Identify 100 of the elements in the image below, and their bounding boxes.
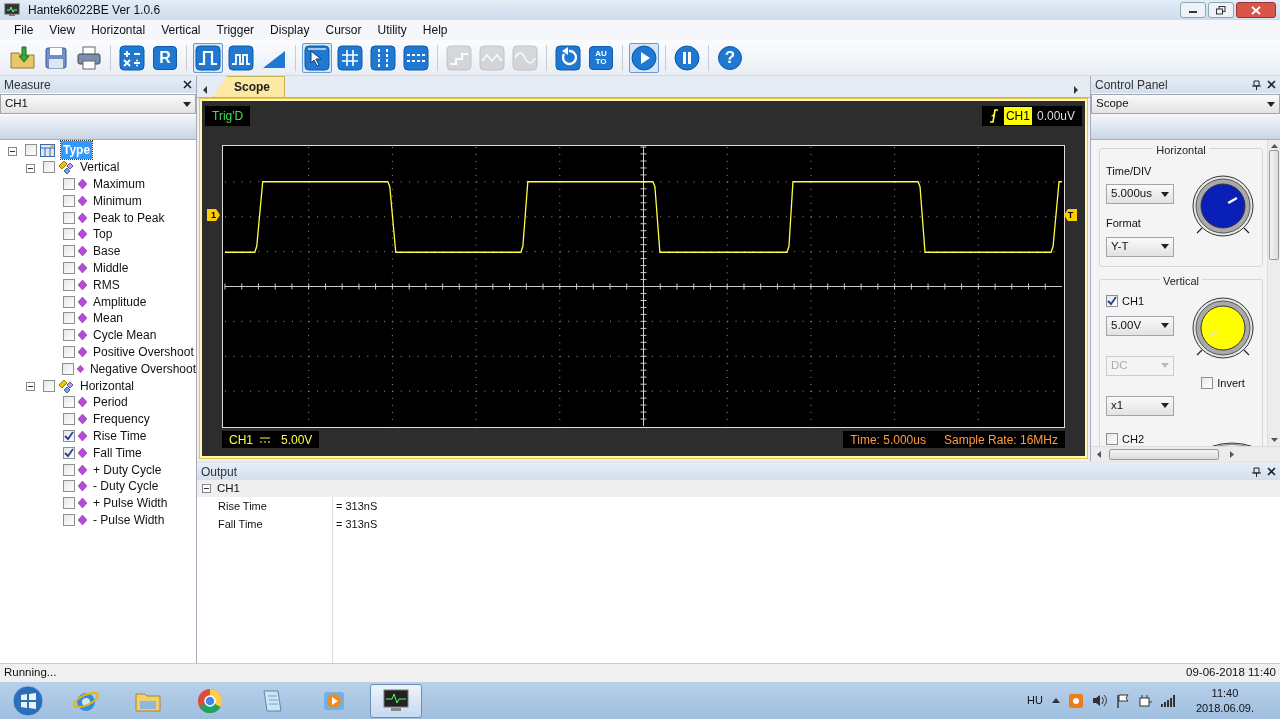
scrollbar[interactable]	[1091, 446, 1280, 461]
menu-item[interactable]: File	[6, 21, 42, 39]
pin-icon[interactable]	[1252, 79, 1261, 90]
restore-button[interactable]	[1208, 2, 1234, 18]
checkbox[interactable]	[63, 413, 75, 426]
checkbox[interactable]	[63, 396, 75, 409]
checkbox[interactable]	[63, 329, 75, 342]
tree-item[interactable]: Middle	[93, 259, 129, 277]
scroll-left-icon[interactable]	[1097, 450, 1101, 458]
checkbox[interactable]	[25, 144, 37, 157]
checkbox[interactable]	[63, 513, 75, 526]
menu-item[interactable]: Vertical	[153, 21, 209, 39]
checkbox[interactable]	[63, 295, 75, 308]
checkbox[interactable]	[63, 497, 75, 510]
scroll-right-icon[interactable]	[1072, 83, 1080, 97]
checkbox[interactable]	[63, 312, 75, 325]
volts-dropdown[interactable]: 5.00V	[1106, 315, 1174, 336]
signal-bars-icon[interactable]	[1160, 694, 1175, 707]
tree-item[interactable]: Amplitude	[93, 292, 147, 311]
checkbox[interactable]	[63, 261, 75, 274]
auto-button[interactable]: AU TO	[589, 45, 613, 70]
close-button[interactable]	[1236, 2, 1276, 18]
menu-item[interactable]: Horizontal	[83, 21, 154, 39]
knob[interactable]	[1190, 172, 1256, 239]
checkbox[interactable]	[63, 345, 75, 358]
tree-item[interactable]: + Duty Cycle	[93, 460, 162, 479]
checkbox[interactable]	[63, 278, 75, 291]
checkbox[interactable]	[63, 463, 75, 476]
scroll-up-icon[interactable]	[1270, 144, 1278, 148]
checkbox[interactable]	[1201, 377, 1214, 390]
checkbox[interactable]	[62, 362, 75, 375]
menu-item[interactable]: View	[41, 21, 84, 39]
horizontal-cursor-button[interactable]	[401, 42, 431, 73]
scope-tab[interactable]: Scope	[213, 76, 285, 97]
language-indicator[interactable]: HU	[1027, 692, 1043, 709]
tree-item[interactable]: Mean	[93, 309, 124, 328]
checkbox[interactable]	[1106, 432, 1118, 445]
close-icon[interactable]	[183, 80, 192, 89]
scrollbar[interactable]	[1267, 140, 1280, 446]
minimize-button[interactable]	[1180, 2, 1206, 18]
checkbox[interactable]	[63, 429, 75, 442]
tree-item[interactable]: Cycle Mean	[93, 326, 157, 345]
pause-button[interactable]	[672, 42, 702, 73]
square-wave-button[interactable]	[193, 42, 223, 73]
checkbox[interactable]	[43, 161, 55, 174]
checkbox[interactable]	[63, 211, 75, 224]
tree-item[interactable]: Frequency	[93, 410, 150, 429]
scroll-down-icon[interactable]	[1270, 438, 1278, 442]
checkbox[interactable]	[1106, 295, 1118, 308]
checkbox[interactable]	[63, 194, 75, 207]
checkbox[interactable]	[63, 480, 75, 493]
speaker-icon[interactable]	[1091, 694, 1107, 707]
output-group[interactable]: CH1	[217, 479, 240, 498]
tree-item[interactable]: Vertical	[80, 158, 120, 177]
collapse-icon[interactable]	[8, 146, 17, 156]
close-icon[interactable]	[1267, 80, 1276, 89]
flag-icon[interactable]	[1115, 693, 1129, 708]
checkbox[interactable]	[43, 379, 55, 392]
tree-item[interactable]: Negative Overshoot	[89, 359, 196, 378]
menu-item[interactable]: Help	[414, 21, 456, 39]
letter-button[interactable]: R	[153, 45, 177, 70]
tree-item[interactable]: Positive Overshoot	[93, 342, 194, 361]
refresh-button[interactable]	[553, 42, 583, 73]
tree-item[interactable]: Rise Time	[93, 426, 147, 445]
collapse-icon[interactable]	[26, 381, 35, 391]
checkbox[interactable]	[63, 228, 75, 241]
tree-item[interactable]: Top	[93, 225, 113, 244]
menu-item[interactable]: Cursor	[317, 21, 370, 39]
menu-item[interactable]: Display	[262, 21, 318, 39]
scroll-right-icon[interactable]	[1230, 450, 1234, 458]
knob[interactable]	[1190, 295, 1256, 361]
close-icon[interactable]	[1267, 467, 1276, 476]
chevron-up-icon[interactable]	[1051, 698, 1060, 703]
tree-item[interactable]: RMS	[93, 275, 120, 294]
math-button[interactable]	[117, 42, 147, 73]
tree-item[interactable]: Horizontal	[80, 376, 135, 395]
collapse-icon[interactable]	[202, 484, 211, 493]
tree-item[interactable]: Period	[93, 393, 128, 412]
tree-item[interactable]: Peak to Peak	[93, 208, 165, 227]
tree-item[interactable]: + Pulse Width	[93, 494, 168, 513]
menu-item[interactable]: Trigger	[208, 21, 263, 39]
menu-item[interactable]: Utility	[369, 21, 415, 39]
checkbox[interactable]	[63, 245, 75, 258]
tree-item[interactable]: Base	[93, 242, 121, 261]
tree-item[interactable]: Minimum	[93, 191, 142, 210]
tree-item[interactable]: - Pulse Width	[93, 510, 165, 529]
channel-dropdown[interactable]: CH1	[0, 94, 196, 114]
tree-item[interactable]: - Duty Cycle	[93, 477, 159, 496]
taskbar-app-button[interactable]	[370, 683, 422, 718]
help-button[interactable]: ?	[718, 45, 742, 70]
checkbox[interactable]	[63, 178, 75, 190]
checkbox[interactable]	[63, 446, 75, 459]
mode-dropdown[interactable]: Scope	[1091, 94, 1280, 114]
power-plug-icon[interactable]	[1137, 693, 1152, 708]
grid-button[interactable]	[335, 42, 365, 73]
tray-app-icon[interactable]	[1068, 693, 1083, 708]
pulse-button[interactable]	[226, 42, 256, 73]
vertical-cursor-button[interactable]	[368, 42, 398, 73]
format-dropdown[interactable]: Y-T	[1106, 236, 1174, 257]
tree-item[interactable]: Fall Time	[93, 443, 142, 462]
